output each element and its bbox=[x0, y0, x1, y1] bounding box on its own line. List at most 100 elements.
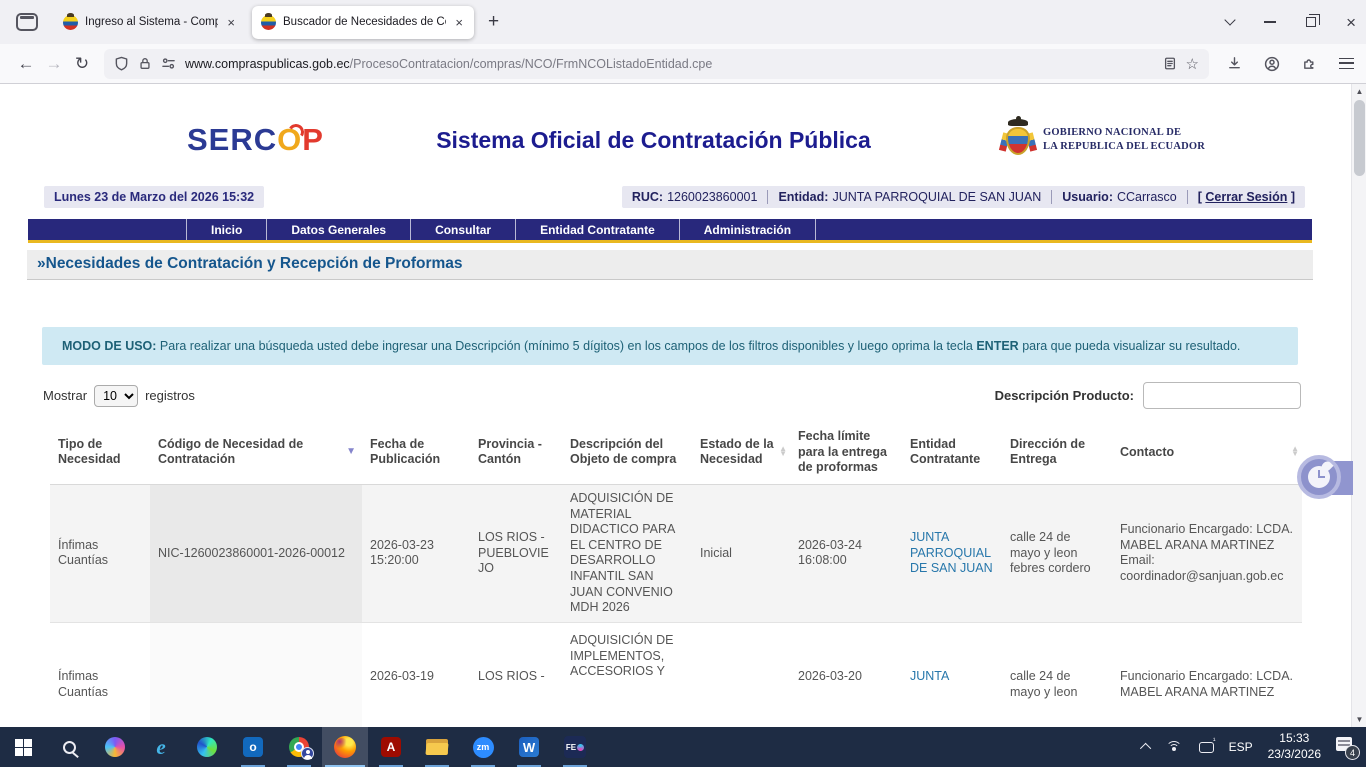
col-fecha-publicacion[interactable]: Fecha de Publicación bbox=[362, 421, 470, 484]
tab-close-icon[interactable]: × bbox=[453, 15, 465, 30]
cell-codigo: NIC-1260023860001-2026-00012 bbox=[150, 484, 362, 622]
government-logo-text: GOBIERNO NACIONAL DE LA REPUBLICA DEL EC… bbox=[1043, 126, 1205, 153]
nav-item-administracion[interactable]: Administración bbox=[680, 219, 816, 240]
start-button[interactable] bbox=[0, 727, 46, 767]
col-provincia-canton[interactable]: Provincia - Cantón bbox=[470, 421, 562, 484]
tab-title: Buscador de Necesidades de Co bbox=[283, 16, 446, 28]
datetime-box: Lunes 23 de Marzo del 2026 15:32 bbox=[44, 186, 264, 208]
notification-center-button[interactable]: 4 bbox=[1336, 737, 1358, 757]
outlook-icon: o bbox=[243, 737, 263, 757]
taskbar-firmaec-button[interactable]: FE bbox=[552, 727, 598, 767]
taskbar-acrobat-button[interactable]: A bbox=[368, 727, 414, 767]
window-restore-button[interactable] bbox=[1306, 17, 1316, 27]
col-codigo-necesidad[interactable]: Código de Necesidad de Contratación▼ bbox=[150, 421, 362, 484]
nav-item-consultar[interactable]: Consultar bbox=[411, 219, 516, 240]
scroll-up-icon[interactable]: ▲ bbox=[1352, 84, 1366, 99]
firefox-view-icon[interactable] bbox=[16, 13, 38, 31]
page-size-select[interactable]: 10 bbox=[94, 385, 138, 407]
taskbar-search-button[interactable] bbox=[46, 727, 92, 767]
taskbar-zoom-button[interactable]: zm bbox=[460, 727, 506, 767]
scrollbar-thumb[interactable] bbox=[1354, 100, 1365, 176]
taskbar-firefox-button[interactable] bbox=[322, 727, 368, 767]
cell-fecha-limite: 2026-03-24 16:08:00 bbox=[790, 484, 902, 622]
tab-ingreso-al-sistema[interactable]: Ingreso al Sistema - Compras P × bbox=[54, 6, 246, 39]
bookmark-star-icon[interactable]: ☆ bbox=[1186, 55, 1199, 73]
cell-fecha-pub: 2026-03-19 bbox=[362, 622, 470, 727]
tray-date: 23/3/2026 bbox=[1268, 747, 1321, 763]
permissions-icon[interactable] bbox=[161, 57, 176, 70]
page-viewport: SERCOP Sistema Oficial de Contratación P… bbox=[0, 84, 1366, 727]
nav-item-inicio[interactable]: Inicio bbox=[186, 219, 267, 240]
extensions-puzzle-icon[interactable] bbox=[1302, 56, 1317, 71]
site-header: SERCOP Sistema Oficial de Contratación P… bbox=[27, 96, 1313, 184]
vertical-scrollbar[interactable]: ▲ ▼ bbox=[1351, 84, 1366, 727]
entidad-link[interactable]: JUNTA bbox=[910, 669, 949, 683]
tab-buscador-necesidades[interactable]: Buscador de Necesidades de Co × bbox=[252, 6, 474, 39]
cell-estado bbox=[692, 622, 790, 727]
col-descripcion-objeto[interactable]: Descripción del Objeto de compra bbox=[562, 421, 692, 484]
table-header-row: Tipo de Necesidad Código de Necesidad de… bbox=[50, 421, 1302, 484]
results-table-wrap: Tipo de Necesidad Código de Necesidad de… bbox=[50, 421, 1302, 727]
tab-close-icon[interactable]: × bbox=[225, 15, 237, 30]
cell-provincia: LOS RIOS - PUEBLOVIEJO bbox=[470, 484, 562, 622]
reader-mode-icon[interactable] bbox=[1163, 56, 1177, 71]
ecuador-favicon bbox=[63, 15, 78, 30]
tray-chevron-icon[interactable] bbox=[1140, 743, 1151, 754]
entidad-link[interactable]: JUNTA PARROQUIAL DE SAN JUAN bbox=[910, 530, 993, 575]
taskbar-copilot-button[interactable] bbox=[92, 727, 138, 767]
account-icon[interactable] bbox=[1264, 56, 1280, 72]
table-row: Ínfimas Cuantías 2026-03-19 LOS RIOS - A… bbox=[50, 622, 1302, 727]
ecuador-coat-of-arms-icon bbox=[1001, 119, 1035, 161]
menu-hamburger-icon[interactable] bbox=[1339, 58, 1354, 69]
taskbar-internet-explorer-button[interactable]: e bbox=[138, 727, 184, 767]
word-icon: W bbox=[519, 737, 539, 757]
col-contacto[interactable]: Contacto▲▼ bbox=[1112, 421, 1302, 484]
cell-direccion: calle 24 de mayo y leon febres cordero bbox=[1002, 484, 1112, 622]
shield-icon[interactable] bbox=[114, 56, 129, 71]
cell-provincia: LOS RIOS - bbox=[470, 622, 562, 727]
cell-contacto: Funcionario Encargado: LCDA. MABEL ARANA… bbox=[1112, 484, 1302, 622]
col-fecha-limite[interactable]: Fecha límite para la entrega de proforma… bbox=[790, 421, 902, 484]
nav-item-entidad-contratante[interactable]: Entidad Contratante bbox=[516, 219, 680, 240]
info-row: Lunes 23 de Marzo del 2026 15:32 RUC:126… bbox=[44, 186, 1305, 208]
scroll-down-icon[interactable]: ▼ bbox=[1352, 712, 1366, 727]
browser-tab-bar: Ingreso al Sistema - Compras P × Buscado… bbox=[0, 0, 1366, 44]
url-bar[interactable]: www.compraspublicas.gob.ec/ProcesoContra… bbox=[104, 49, 1209, 79]
forward-button[interactable]: → bbox=[40, 54, 68, 74]
list-tabs-chevron-icon[interactable] bbox=[1224, 14, 1235, 25]
url-text: www.compraspublicas.gob.ec/ProcesoContra… bbox=[185, 57, 1154, 71]
taskbar-edge-button[interactable] bbox=[184, 727, 230, 767]
device-icon[interactable] bbox=[1199, 742, 1214, 753]
window-minimize-button[interactable] bbox=[1264, 21, 1276, 23]
internet-explorer-icon: e bbox=[156, 735, 165, 760]
nav-item-datos-generales[interactable]: Datos Generales bbox=[267, 219, 411, 240]
taskbar-file-explorer-button[interactable] bbox=[414, 727, 460, 767]
col-entidad-contratante[interactable]: Entidad Contratante bbox=[902, 421, 1002, 484]
sort-desc-icon: ▼ bbox=[346, 446, 356, 459]
back-button[interactable]: ← bbox=[12, 54, 40, 74]
sort-both-icon: ▲▼ bbox=[779, 447, 787, 457]
window-close-button[interactable]: × bbox=[1346, 14, 1356, 31]
folder-icon bbox=[426, 739, 448, 755]
taskbar-chrome-button[interactable] bbox=[276, 727, 322, 767]
section-title: »Necesidades de Contratación y Recepción… bbox=[27, 250, 1313, 280]
language-indicator[interactable]: ESP bbox=[1229, 740, 1253, 754]
logout-link[interactable]: [ Cerrar Sesión ] bbox=[1187, 190, 1295, 204]
clock[interactable]: 15:33 23/3/2026 bbox=[1268, 731, 1321, 762]
cell-tipo: Ínfimas Cuantías bbox=[50, 622, 150, 727]
downloads-icon[interactable] bbox=[1227, 56, 1242, 71]
zoom-app-icon: zm bbox=[473, 737, 494, 758]
descripcion-producto-input[interactable] bbox=[1143, 382, 1301, 409]
col-direccion-entrega[interactable]: Dirección de Entrega bbox=[1002, 421, 1112, 484]
cell-codigo bbox=[150, 622, 362, 727]
tray-time: 15:33 bbox=[1268, 731, 1321, 747]
floating-timer-widget[interactable] bbox=[1297, 455, 1353, 501]
new-tab-button[interactable]: + bbox=[488, 11, 499, 33]
taskbar-outlook-button[interactable]: o bbox=[230, 727, 276, 767]
lock-icon[interactable] bbox=[138, 56, 152, 71]
reload-button[interactable]: ↻ bbox=[68, 54, 96, 74]
wifi-icon[interactable] bbox=[1166, 741, 1184, 754]
taskbar-word-button[interactable]: W bbox=[506, 727, 552, 767]
col-tipo-necesidad[interactable]: Tipo de Necesidad bbox=[50, 421, 150, 484]
col-estado-necesidad[interactable]: Estado de la Necesidad▲▼ bbox=[692, 421, 790, 484]
